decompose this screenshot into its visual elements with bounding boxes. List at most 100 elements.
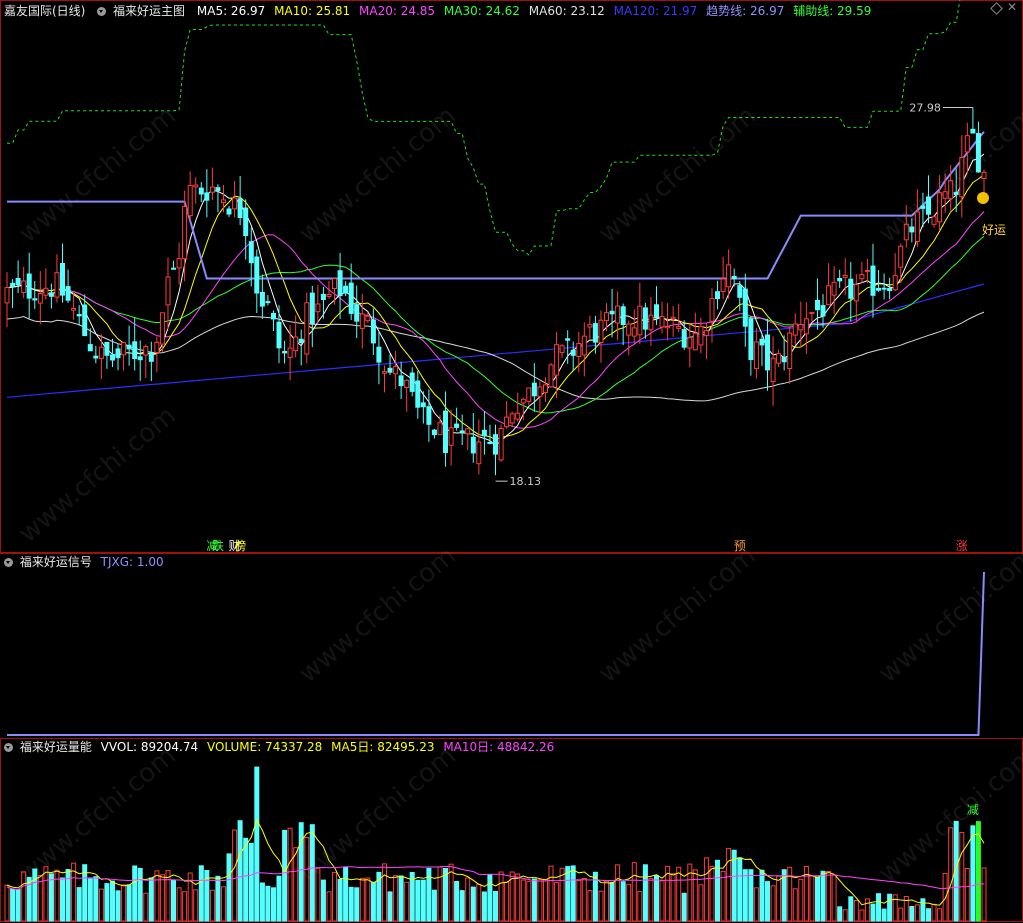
volume-bar bbox=[637, 891, 643, 922]
candle-body bbox=[620, 306, 626, 325]
volume-bar bbox=[692, 869, 698, 922]
volume-bar bbox=[876, 893, 881, 922]
candle-body bbox=[398, 375, 404, 387]
volume-bar bbox=[459, 890, 465, 922]
candle-body bbox=[615, 305, 621, 324]
volume-bar bbox=[709, 865, 715, 922]
candle-body bbox=[659, 315, 665, 328]
candle-body bbox=[98, 346, 104, 359]
candle-body bbox=[803, 318, 809, 335]
legend-volume: VOLUME: 74337.28 bbox=[206, 740, 323, 754]
candle-body bbox=[337, 270, 343, 297]
candle-body bbox=[581, 335, 587, 356]
signal-panel-header: 福来好运信号 TJXG: 1.00 bbox=[4, 554, 169, 570]
volume-bar bbox=[476, 883, 482, 922]
candle-body bbox=[182, 206, 188, 260]
volume-bar bbox=[504, 881, 510, 922]
candle-body bbox=[537, 386, 543, 397]
candle-body bbox=[193, 184, 199, 188]
volume-bar bbox=[365, 877, 371, 922]
volume-bar bbox=[520, 879, 526, 922]
legend-tjxg: TJXG: 1.00 bbox=[100, 555, 164, 569]
volume-bar bbox=[642, 864, 648, 922]
candle-body bbox=[132, 341, 138, 359]
volume-indicator-name[interactable]: 福来好运量能 bbox=[20, 740, 92, 754]
candle-body bbox=[892, 275, 898, 291]
volume-bar bbox=[720, 870, 726, 922]
stock-name: 嘉友国际(日线) bbox=[4, 4, 86, 18]
candle-body bbox=[137, 356, 143, 361]
volume-bar bbox=[159, 874, 165, 922]
main-panel-header: 嘉友国际(日线) 福来好运主图 MA5: 26.97 MA10: 25.81 M… bbox=[4, 3, 876, 19]
candle-body bbox=[931, 216, 937, 225]
candle-body bbox=[87, 344, 93, 352]
candle-body bbox=[404, 379, 410, 388]
volume-bar bbox=[470, 886, 476, 922]
candle-body bbox=[809, 311, 815, 315]
candle-body bbox=[870, 265, 876, 296]
volume-bar bbox=[820, 870, 826, 922]
volume-bar bbox=[110, 880, 115, 922]
volume-bar bbox=[659, 880, 665, 922]
volume-bar bbox=[937, 908, 943, 922]
candle-body bbox=[698, 325, 704, 346]
dropdown-icon[interactable] bbox=[4, 558, 13, 567]
volume-bar bbox=[370, 881, 376, 922]
candle-body bbox=[326, 294, 332, 297]
volume-bar bbox=[792, 888, 798, 922]
legend-ma30: MA30: 24.62 bbox=[443, 4, 520, 18]
volume-bar bbox=[215, 875, 221, 922]
candle-body bbox=[298, 338, 304, 343]
candle-body bbox=[60, 263, 65, 296]
ma5-line bbox=[6, 153, 985, 447]
volume-bar bbox=[698, 884, 704, 922]
candle-body bbox=[898, 245, 904, 268]
candle-body bbox=[15, 278, 21, 286]
candle-body bbox=[887, 288, 893, 291]
volume-bar bbox=[515, 873, 521, 922]
main-indicator-name[interactable]: 福来好运主图 bbox=[113, 4, 185, 18]
candle-body bbox=[309, 292, 315, 325]
candle-body bbox=[753, 341, 759, 369]
volume-bar bbox=[48, 873, 54, 922]
volume-bar bbox=[848, 896, 854, 922]
dropdown-icon[interactable] bbox=[97, 7, 107, 16]
candle-body bbox=[648, 314, 654, 331]
volume-bar bbox=[226, 853, 232, 922]
candle-body bbox=[520, 398, 526, 404]
volume-bar bbox=[254, 766, 260, 922]
volume-bar bbox=[232, 829, 238, 922]
legend-ma5: MA5: 26.97 bbox=[196, 4, 266, 18]
volume-bar bbox=[404, 881, 410, 922]
candle-body bbox=[837, 278, 843, 282]
legend-ma120: MA120: 21.97 bbox=[613, 4, 698, 18]
close-icon[interactable]: ✕ bbox=[1007, 0, 1017, 14]
volume-bar bbox=[493, 891, 498, 922]
dropdown-icon[interactable] bbox=[4, 743, 13, 752]
candle-body bbox=[531, 382, 537, 397]
candle-body bbox=[604, 312, 609, 322]
volume-bar bbox=[237, 820, 243, 922]
signal-indicator-name[interactable]: 福来好运信号 bbox=[20, 555, 92, 569]
legend-ma10: MA10: 25.81 bbox=[274, 4, 351, 18]
volume-bar bbox=[809, 875, 815, 922]
ma120-line bbox=[6, 283, 985, 398]
legend-ma20: MA20: 24.85 bbox=[359, 4, 436, 18]
volume-bar bbox=[87, 878, 93, 922]
volume-bar bbox=[731, 849, 737, 922]
candle-body bbox=[515, 412, 521, 420]
volume-bar bbox=[398, 875, 404, 922]
candle-body bbox=[287, 347, 293, 359]
volume-bar bbox=[870, 903, 876, 922]
legend-vol-ma10: MA10日: 48842.26 bbox=[443, 740, 555, 754]
candle-body bbox=[82, 304, 88, 337]
candle-body bbox=[320, 293, 326, 300]
volume-bar bbox=[920, 898, 926, 922]
signal-text-label: 跌 bbox=[212, 538, 224, 553]
volume-bar bbox=[143, 892, 149, 922]
candle-body bbox=[221, 199, 226, 204]
volume-bar bbox=[265, 885, 271, 922]
volume-bar bbox=[631, 862, 637, 922]
candle-body bbox=[476, 441, 482, 465]
candle-body bbox=[426, 406, 432, 425]
